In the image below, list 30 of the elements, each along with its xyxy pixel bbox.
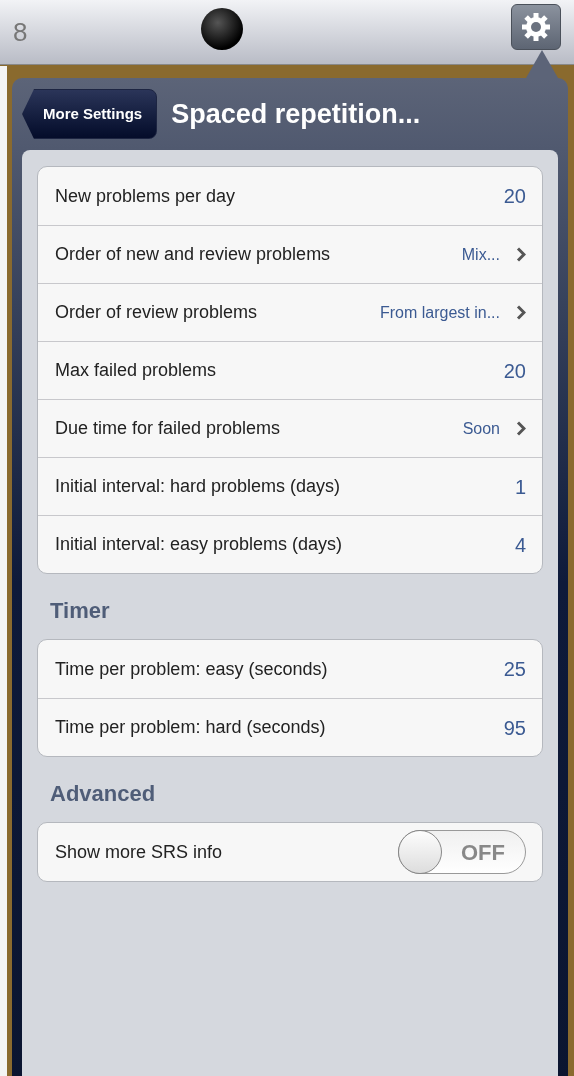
row-value: Mix... — [461, 244, 500, 265]
row-label: Show more SRS info — [55, 840, 224, 864]
row-value: From largest in... — [379, 302, 500, 323]
section-header: Advanced — [49, 780, 157, 808]
chevron-icon — [516, 305, 526, 320]
row-value: 20 — [503, 184, 526, 209]
row-label: Max failed problems — [55, 359, 218, 382]
chevron-icon — [516, 247, 526, 262]
row-value: 20 — [503, 358, 526, 384]
row-label: Time per problem: hard (seconds) — [55, 716, 327, 739]
settings-button[interactable] — [511, 4, 561, 50]
row-label: Initial interval: easy problems (days) — [55, 533, 344, 556]
row-value: 95 — [503, 715, 526, 741]
row-label: Due time for failed problems — [55, 417, 282, 440]
row-value: 25 — [503, 657, 526, 682]
row-label: Initial interval: hard problems (days) — [55, 475, 342, 498]
row-value: 4 — [514, 532, 526, 558]
clock-text: 8 — [13, 15, 28, 49]
row-value: 1 — [514, 474, 526, 500]
row-label: New problems per day — [55, 184, 237, 208]
section-header: Timer — [49, 597, 111, 625]
row-label: Order of new and review problems — [55, 243, 332, 266]
row-value: Soon — [462, 418, 500, 439]
row-label: Time per problem: easy (seconds) — [55, 657, 329, 681]
row-label: Order of review problems — [55, 301, 259, 324]
chevron-icon — [516, 421, 526, 436]
settings-icon — [520, 11, 552, 43]
popover-title: Spaced repetition... — [171, 97, 421, 131]
stone-icon — [201, 8, 243, 50]
back-button[interactable]: More Settings — [22, 89, 158, 139]
